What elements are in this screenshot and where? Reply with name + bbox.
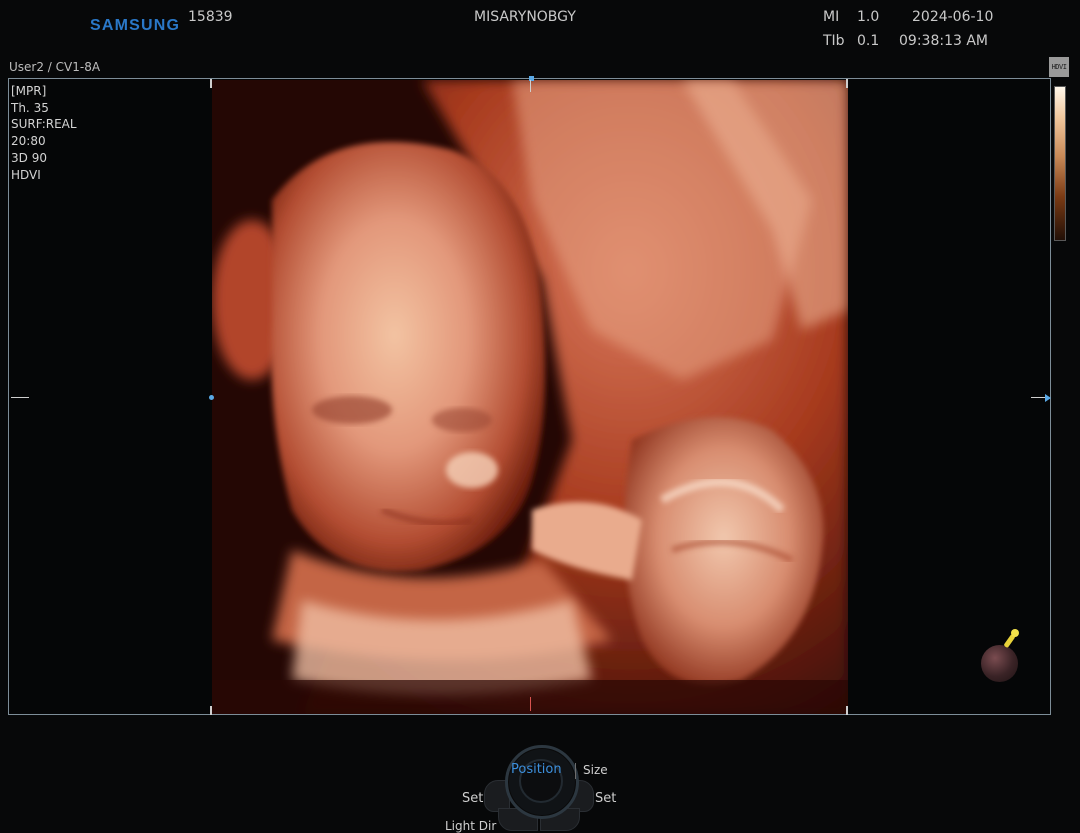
mi-value: 1.0 [857, 9, 880, 25]
light-source-sphere[interactable] [981, 645, 1018, 682]
dial-size-label[interactable]: Size [583, 763, 608, 777]
frame-line-bottom-center [530, 697, 531, 711]
user-probe-label: User2 / CV1-8A [9, 60, 101, 74]
info-line-surface: SURF:REAL [11, 117, 77, 132]
samsung-logo: SAMSUNG [90, 17, 181, 34]
frame-tick-bottom-left [210, 706, 212, 715]
info-line-ratio: 20:80 [11, 134, 46, 149]
dial-set-right-label[interactable]: Set [595, 791, 616, 806]
frame-tick-top-right [846, 79, 848, 88]
fetal-face-render [212, 80, 848, 714]
frame-tick-bottom-right [846, 706, 848, 715]
exam-name: MISARYNOBGY [474, 9, 576, 25]
info-line-hdvi: HDVI [11, 167, 41, 182]
frame-line-top-center [530, 80, 531, 92]
frame-tick-top-left [210, 79, 212, 88]
dial-position-label[interactable]: Position [511, 762, 562, 777]
info-line-3d: 3D 90 [11, 150, 47, 165]
ultrasound-3d-render[interactable] [212, 80, 848, 714]
hdvi-icon[interactable]: HDVI [1049, 57, 1069, 77]
frame-tick-left-middle [11, 397, 29, 398]
date: 2024-06-10 [912, 9, 994, 25]
tib-label: TIb [823, 33, 845, 49]
colormap-bar [1054, 86, 1066, 241]
light-bulb-icon [1011, 629, 1019, 637]
info-line-mode: [MPR] [11, 84, 47, 98]
frame-arrow-right [1045, 394, 1051, 402]
time: 09:38:13 AM [899, 33, 988, 49]
frame-marker-left [209, 395, 214, 400]
mi-label: MI [823, 9, 840, 25]
info-line-threshold: Th. 35 [11, 100, 49, 115]
tib-value: 0.1 [857, 33, 880, 49]
image-info-overlay: [MPR] Th. 35 SURF:REAL 20:80 3D 90 HDVI [11, 83, 77, 183]
patient-id: 15839 [188, 9, 233, 25]
dial-set-left-label[interactable]: Set [462, 791, 483, 806]
dial-label-divider [575, 763, 576, 779]
